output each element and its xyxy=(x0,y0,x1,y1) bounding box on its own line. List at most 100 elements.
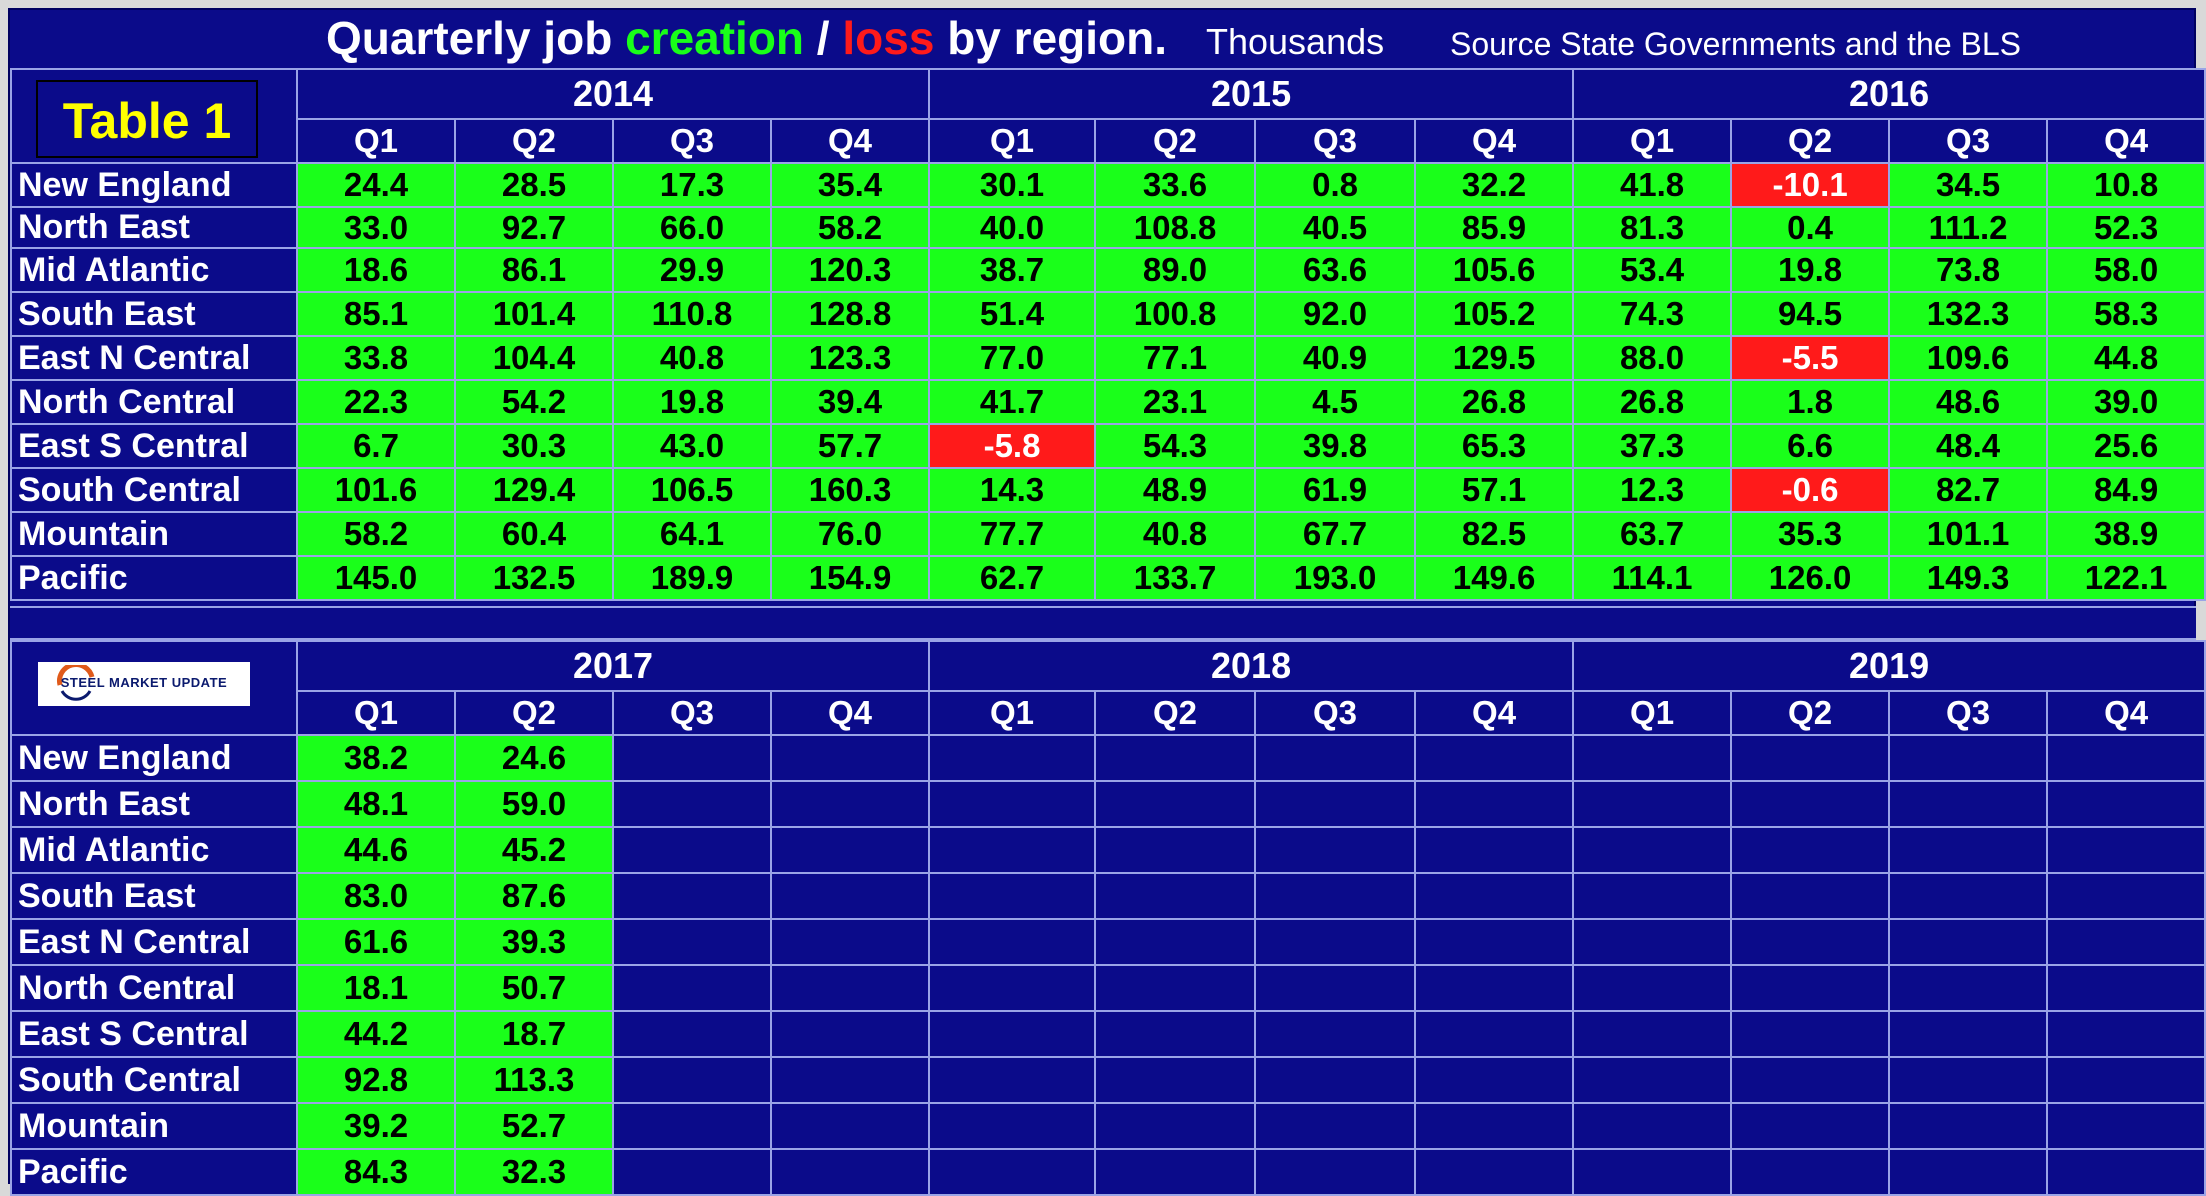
table-row: New England 24.4 28.5 17.3 35.4 30.1 33.6 0.8 32… xyxy=(10,162,2206,208)
empty-cell xyxy=(1254,918,1417,966)
creation-value-cell: 6.7 xyxy=(296,423,456,469)
creation-value-cell: 129.4 xyxy=(454,467,614,513)
empty-cell xyxy=(1888,918,2049,966)
quarter-header: Q2 xyxy=(1094,690,1257,736)
year-header: 2018 xyxy=(928,640,1575,692)
creation-value-cell: 92.7 xyxy=(454,206,614,249)
creation-value-cell: 54.2 xyxy=(454,379,614,425)
creation-value-cell: 81.3 xyxy=(1572,206,1733,249)
empty-cell xyxy=(1572,780,1733,828)
empty-cell xyxy=(612,918,772,966)
year-header: 2015 xyxy=(928,68,1575,120)
creation-value-cell: 34.5 xyxy=(1888,162,2049,208)
empty-cell xyxy=(1254,734,1417,782)
empty-cell xyxy=(1414,1102,1575,1150)
creation-value-cell: 57.7 xyxy=(769,423,931,469)
creation-value-cell: 44.6 xyxy=(296,826,456,874)
creation-value-cell: 84.9 xyxy=(2046,467,2206,513)
empty-cell xyxy=(1094,780,1257,828)
creation-value-cell: 53.4 xyxy=(1572,247,1733,293)
creation-value-cell: 111.2 xyxy=(1888,206,2049,249)
region-label: South East xyxy=(10,872,298,920)
creation-value-cell: 149.3 xyxy=(1888,555,2049,601)
region-label: South Central xyxy=(10,467,298,513)
empty-cell xyxy=(928,964,1097,1012)
empty-cell xyxy=(769,1056,931,1104)
table-row: East N Central 33.8 104.4 40.8 123.3 77.0 77.1… xyxy=(10,335,2206,381)
creation-value-cell: 39.2 xyxy=(296,1102,456,1150)
quarter-header: Q1 xyxy=(928,118,1097,164)
quarter-header: Q2 xyxy=(1094,118,1257,164)
empty-cell xyxy=(928,734,1097,782)
quarter-header: Q3 xyxy=(1254,690,1417,736)
empty-cell xyxy=(928,1010,1097,1058)
title-creation-word: creation xyxy=(625,12,805,64)
title-slash: / xyxy=(804,12,843,64)
empty-cell xyxy=(1254,964,1417,1012)
creation-value-cell: 67.7 xyxy=(1254,511,1417,557)
creation-value-cell: 33.0 xyxy=(296,206,456,249)
creation-value-cell: 61.6 xyxy=(296,918,456,966)
creation-value-cell: 44.2 xyxy=(296,1010,456,1058)
title-part1: Quarterly job xyxy=(326,12,626,64)
quarter-header: Q2 xyxy=(454,690,614,736)
creation-value-cell: 22.3 xyxy=(296,379,456,425)
empty-cell xyxy=(1094,1010,1257,1058)
creation-value-cell: 89.0 xyxy=(1094,247,1257,293)
creation-value-cell: 48.9 xyxy=(1094,467,1257,513)
quarter-header: Q4 xyxy=(1414,118,1575,164)
table-separator xyxy=(10,606,2196,640)
loss-value-cell: -10.1 xyxy=(1730,162,1891,208)
creation-value-cell: 63.7 xyxy=(1572,511,1733,557)
creation-value-cell: 30.1 xyxy=(928,162,1097,208)
creation-value-cell: 61.9 xyxy=(1254,467,1417,513)
creation-value-cell: 58.2 xyxy=(769,206,931,249)
creation-value-cell: 76.0 xyxy=(769,511,931,557)
empty-cell xyxy=(1888,1010,2049,1058)
slide-frame: Quarterly job creation / loss by region.… xyxy=(8,8,2206,1196)
creation-value-cell: 133.7 xyxy=(1094,555,1257,601)
creation-value-cell: 82.5 xyxy=(1414,511,1575,557)
quarter-header: Q4 xyxy=(2046,690,2206,736)
creation-value-cell: 40.9 xyxy=(1254,335,1417,381)
creation-value-cell: 105.6 xyxy=(1414,247,1575,293)
loss-value-cell: -5.5 xyxy=(1730,335,1891,381)
creation-value-cell: 100.8 xyxy=(1094,291,1257,337)
empty-cell xyxy=(769,1010,931,1058)
empty-cell xyxy=(1730,1102,1891,1150)
creation-value-cell: 77.1 xyxy=(1094,335,1257,381)
steel-market-update-logo: STEEL MARKET UPDATE xyxy=(38,662,250,706)
empty-cell xyxy=(928,1102,1097,1150)
table-row: Pacific 145.0 132.5 189.9 154.9 62.7 133.7 193.… xyxy=(10,555,2206,601)
empty-cell xyxy=(1094,964,1257,1012)
empty-cell xyxy=(1730,1010,1891,1058)
creation-value-cell: 40.0 xyxy=(928,206,1097,249)
creation-value-cell: 60.4 xyxy=(454,511,614,557)
empty-cell xyxy=(1094,1056,1257,1104)
creation-value-cell: 73.8 xyxy=(1888,247,2049,293)
creation-value-cell: 154.9 xyxy=(769,555,931,601)
creation-value-cell: 113.3 xyxy=(454,1056,614,1104)
empty-cell xyxy=(1572,826,1733,874)
region-label: Mountain xyxy=(10,1102,298,1150)
empty-cell xyxy=(1572,1056,1733,1104)
creation-value-cell: 101.6 xyxy=(296,467,456,513)
empty-cell xyxy=(1730,964,1891,1012)
empty-cell xyxy=(928,780,1097,828)
title-source: Source State Governments and the BLS xyxy=(1450,26,2021,62)
empty-cell xyxy=(1888,872,2049,920)
creation-value-cell: 52.3 xyxy=(2046,206,2206,249)
year-header-row: STEEL MARKET UPDATE 2017 2018 2019 xyxy=(10,640,2206,736)
title-loss-word: loss xyxy=(842,12,935,64)
empty-cell xyxy=(612,826,772,874)
creation-value-cell: 58.2 xyxy=(296,511,456,557)
empty-cell xyxy=(1414,1148,1575,1196)
page-title: Quarterly job creation / loss by region. xyxy=(326,12,1167,64)
empty-cell xyxy=(2046,918,2206,966)
creation-value-cell: 123.3 xyxy=(769,335,931,381)
empty-cell xyxy=(1730,872,1891,920)
empty-cell xyxy=(612,780,772,828)
empty-cell xyxy=(1414,1056,1575,1104)
empty-cell xyxy=(1414,872,1575,920)
creation-value-cell: 29.9 xyxy=(612,247,772,293)
